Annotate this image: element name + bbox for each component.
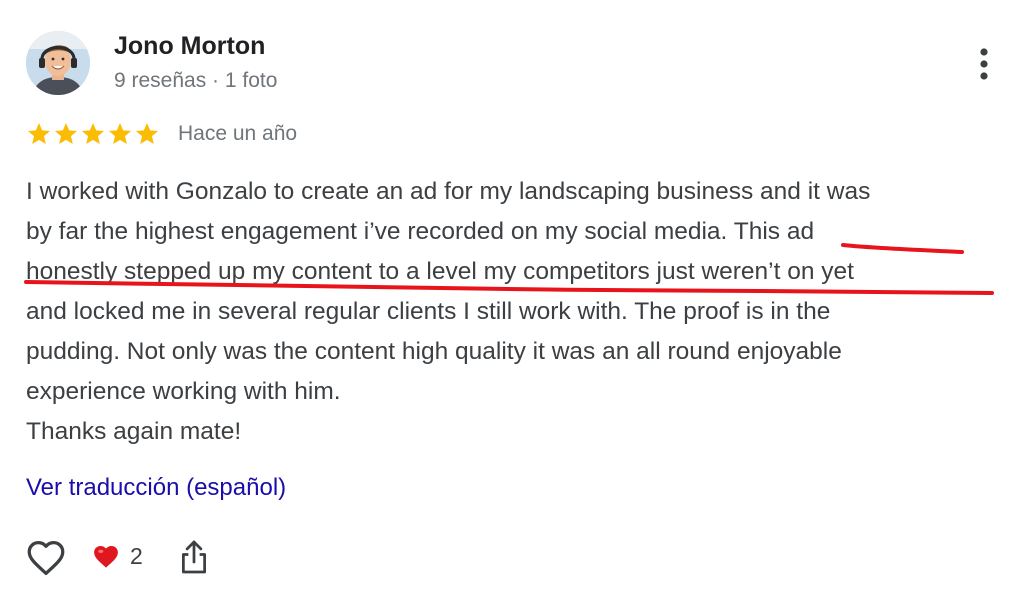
- review-line: I worked with Gonzalo to create an ad fo…: [26, 178, 871, 205]
- reviewer-avatar[interactable]: [26, 31, 90, 95]
- review-date: Hace un año: [178, 122, 298, 145]
- share-icon: [182, 540, 206, 574]
- red-heart-icon: [94, 545, 118, 568]
- star-icon: [135, 122, 159, 144]
- more-vert-icon: [980, 48, 988, 80]
- star-icon: [81, 122, 105, 144]
- share-button[interactable]: [176, 536, 212, 578]
- reactions-summary[interactable]: 2: [92, 538, 143, 574]
- reaction-count: 2: [130, 542, 143, 569]
- heart-outline-icon: [27, 541, 65, 576]
- review-line: experience working with him.: [26, 378, 341, 405]
- more-options-button[interactable]: [966, 42, 1002, 86]
- star-rating: [26, 121, 160, 147]
- star-icon: [108, 122, 132, 144]
- review-line: and locked me in several regular clients…: [26, 298, 831, 325]
- reviewer-meta: 9 reseñas · 1 foto: [114, 69, 278, 92]
- like-button[interactable]: [24, 536, 68, 578]
- review-line: pudding. Not only was the content high q…: [26, 338, 842, 365]
- review-card: Jono Morton 9 reseñas · 1 foto Hace un a…: [0, 0, 1024, 604]
- avatar-image: [26, 31, 90, 95]
- review-text: I worked with Gonzalo to create an ad fo…: [26, 172, 1006, 452]
- review-line: honestly stepped up my content to a leve…: [26, 258, 854, 285]
- star-icon: [27, 122, 51, 144]
- translate-link[interactable]: Ver traducción (español): [26, 474, 286, 502]
- review-line: by far the highest engagement i’ve recor…: [26, 218, 815, 245]
- review-line: Thanks again mate!: [26, 418, 242, 445]
- star-icon: [54, 122, 78, 144]
- reviewer-name[interactable]: Jono Morton: [114, 32, 265, 61]
